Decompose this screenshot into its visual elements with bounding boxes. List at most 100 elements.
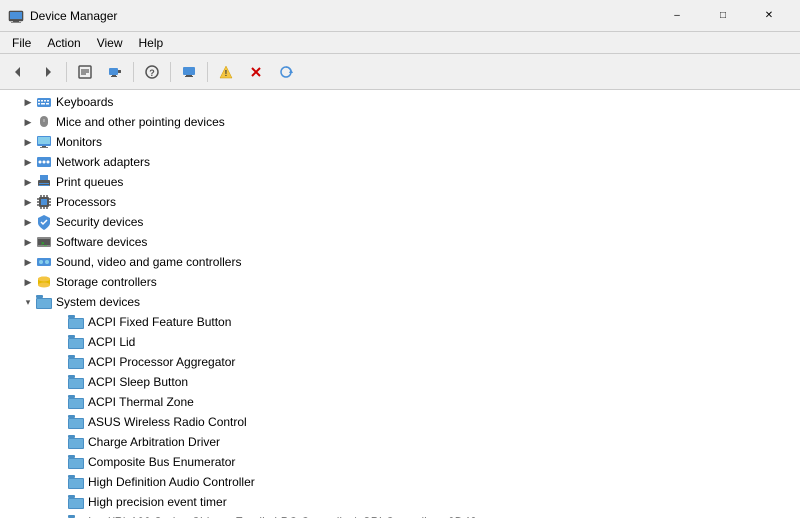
storage-icon xyxy=(36,274,52,290)
menu-file[interactable]: File xyxy=(4,32,39,54)
toggle-acpi4 xyxy=(52,374,68,390)
tree-item-composite[interactable]: Composite Bus Enumerator xyxy=(0,452,800,472)
svg-text:!: ! xyxy=(225,69,228,78)
tree-item-acpi3[interactable]: ACPI Processor Aggregator xyxy=(0,352,800,372)
title-bar: Device Manager – □ ✕ xyxy=(0,0,800,32)
hpet-icon xyxy=(68,494,84,510)
minimize-button[interactable]: – xyxy=(654,0,700,32)
label-security: Security devices xyxy=(56,215,143,229)
tree-item-mice[interactable]: ▶ Mice and other pointing devices xyxy=(0,112,800,132)
label-print: Print queues xyxy=(56,175,123,189)
window-title: Device Manager xyxy=(30,9,654,23)
mouse-icon xyxy=(36,114,52,130)
tree-item-storage[interactable]: ▶ Storage controllers xyxy=(0,272,800,292)
tree-item-charge[interactable]: Charge Arbitration Driver xyxy=(0,432,800,452)
tree-item-acpi4[interactable]: ACPI Sleep Button xyxy=(0,372,800,392)
tree-item-acpi1[interactable]: ACPI Fixed Feature Button xyxy=(0,312,800,332)
tree-item-sysdevices[interactable]: ▾ System devices xyxy=(0,292,800,312)
toolbar-separator-2 xyxy=(133,62,134,82)
forward-button[interactable] xyxy=(34,58,62,86)
back-button[interactable] xyxy=(4,58,32,86)
tree-item-intel1[interactable]: Intel(R) 100 Series Chipset Family LPC C… xyxy=(0,512,800,518)
tree-item-software[interactable]: ▶ >_ Software devices xyxy=(0,232,800,252)
tree-item-monitors[interactable]: ▶ Monitors xyxy=(0,132,800,152)
refresh-button[interactable] xyxy=(272,58,300,86)
sysfolder-icon xyxy=(36,294,52,310)
toggle-hpet xyxy=(52,494,68,510)
toolbar-separator-4 xyxy=(207,62,208,82)
label-acpi1: ACPI Fixed Feature Button xyxy=(88,315,231,329)
scan-button[interactable] xyxy=(101,58,129,86)
menu-help[interactable]: Help xyxy=(131,32,172,54)
tree-item-acpi2[interactable]: ACPI Lid xyxy=(0,332,800,352)
uninstall-button[interactable] xyxy=(242,58,270,86)
tree-item-keyboards[interactable]: ▶ Keyboards xyxy=(0,92,800,112)
tree-item-asus[interactable]: ASUS Wireless Radio Control xyxy=(0,412,800,432)
tree-item-hdaudio[interactable]: High Definition Audio Controller xyxy=(0,472,800,492)
tree-item-network[interactable]: ▶ Network adapters xyxy=(0,152,800,172)
menu-bar: File Action View Help xyxy=(0,32,800,54)
menu-view[interactable]: View xyxy=(89,32,131,54)
toggle-acpi5 xyxy=(52,394,68,410)
label-hdaudio: High Definition Audio Controller xyxy=(88,475,255,489)
sound-icon xyxy=(36,254,52,270)
toggle-mice[interactable]: ▶ xyxy=(20,114,36,130)
label-keyboards: Keyboards xyxy=(56,95,113,109)
svg-text:?: ? xyxy=(149,68,155,78)
acpi5-icon xyxy=(68,394,84,410)
tree-item-security[interactable]: ▶ Security devices xyxy=(0,212,800,232)
acpi3-icon xyxy=(68,354,84,370)
label-acpi5: ACPI Thermal Zone xyxy=(88,395,194,409)
cpu-icon xyxy=(36,194,52,210)
label-mice: Mice and other pointing devices xyxy=(56,115,225,129)
close-button[interactable]: ✕ xyxy=(746,0,792,32)
toggle-asus xyxy=(52,414,68,430)
software-icon: >_ xyxy=(36,234,52,250)
toggle-network[interactable]: ▶ xyxy=(20,154,36,170)
help-button[interactable]: ? xyxy=(138,58,166,86)
label-asus: ASUS Wireless Radio Control xyxy=(88,415,247,429)
label-processors: Processors xyxy=(56,195,116,209)
toggle-processors[interactable]: ▶ xyxy=(20,194,36,210)
intel1-icon xyxy=(68,514,84,518)
tree-item-sound[interactable]: ▶ Sound, video and game controllers xyxy=(0,252,800,272)
tree-item-processors[interactable]: ▶ Processors xyxy=(0,192,800,212)
label-composite: Composite Bus Enumerator xyxy=(88,455,235,469)
acpi1-icon xyxy=(68,314,84,330)
toggle-acpi3 xyxy=(52,354,68,370)
label-software: Software devices xyxy=(56,235,147,249)
toolbar-separator-3 xyxy=(170,62,171,82)
content-area: ▶ Keyboards ▶ Mice and other pointing de… xyxy=(0,90,800,518)
label-hpet: High precision event timer xyxy=(88,495,227,509)
toggle-acpi1 xyxy=(52,314,68,330)
tree-item-acpi5[interactable]: ACPI Thermal Zone xyxy=(0,392,800,412)
toggle-software[interactable]: ▶ xyxy=(20,234,36,250)
window-controls: – □ ✕ xyxy=(654,0,792,32)
toggle-monitors[interactable]: ▶ xyxy=(20,134,36,150)
label-sysdevices: System devices xyxy=(56,295,140,309)
svg-text:>_: >_ xyxy=(41,241,47,247)
warning-device-button[interactable]: ! xyxy=(212,58,240,86)
device-tree[interactable]: ▶ Keyboards ▶ Mice and other pointing de… xyxy=(0,90,800,518)
toggle-storage[interactable]: ▶ xyxy=(20,274,36,290)
label-acpi3: ACPI Processor Aggregator xyxy=(88,355,235,369)
toggle-intel1 xyxy=(52,514,68,518)
maximize-button[interactable]: □ xyxy=(700,0,746,32)
security-icon xyxy=(36,214,52,230)
toggle-composite xyxy=(52,454,68,470)
toggle-keyboards[interactable]: ▶ xyxy=(20,94,36,110)
toggle-acpi2 xyxy=(52,334,68,350)
monitor-button[interactable] xyxy=(175,58,203,86)
toggle-security[interactable]: ▶ xyxy=(20,214,36,230)
tree-item-print[interactable]: ▶ Print queues xyxy=(0,172,800,192)
hdaudio-icon xyxy=(68,474,84,490)
toggle-print[interactable]: ▶ xyxy=(20,174,36,190)
tree-item-hpet[interactable]: High precision event timer xyxy=(0,492,800,512)
toggle-sound[interactable]: ▶ xyxy=(20,254,36,270)
toolbar-separator-1 xyxy=(66,62,67,82)
menu-action[interactable]: Action xyxy=(39,32,88,54)
toggle-sysdevices[interactable]: ▾ xyxy=(20,294,36,310)
composite-icon xyxy=(68,454,84,470)
network-icon xyxy=(36,154,52,170)
properties-button[interactable] xyxy=(71,58,99,86)
